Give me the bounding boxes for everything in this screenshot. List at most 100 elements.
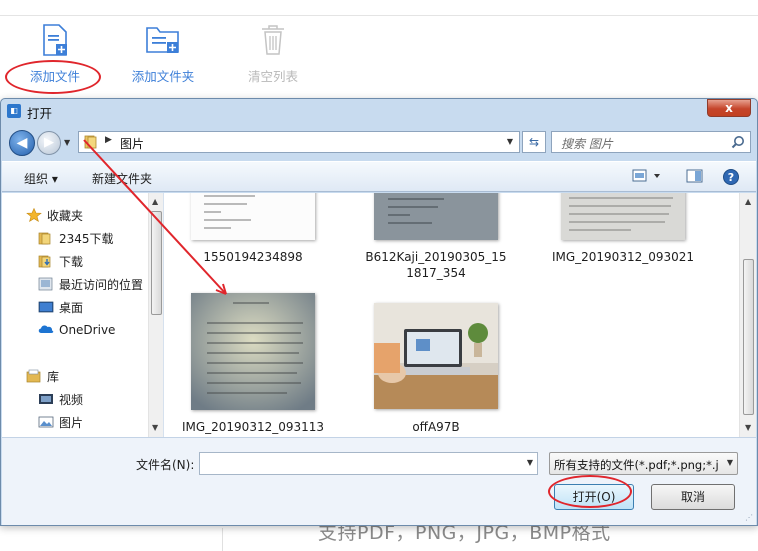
scroll-thumb[interactable]	[743, 259, 754, 415]
library-icon	[26, 369, 42, 383]
svg-text:?: ?	[728, 171, 734, 184]
preview-pane-icon	[686, 169, 703, 183]
back-button[interactable]: ◀	[9, 130, 35, 156]
address-history-dropdown[interactable]: ▼	[507, 137, 513, 146]
file-thumbnail-2[interactable]	[374, 193, 498, 240]
add-file-label: 添加文件	[29, 69, 80, 84]
file-name-2-line2: 1817_354	[406, 266, 466, 280]
nav-favorites[interactable]: 收藏夹	[26, 207, 83, 224]
app-divider	[222, 528, 223, 551]
scroll-down-arrow[interactable]: ▼	[745, 423, 751, 432]
view-mode-button[interactable]	[632, 168, 662, 187]
nav-favorites-label: 收藏夹	[47, 209, 84, 223]
breadcrumb-separator[interactable]: ▶	[105, 135, 112, 145]
filename-input[interactable]: ▼	[199, 452, 538, 475]
filetype-select[interactable]: 所有支持的文件(*.pdf;*.png;*.j ▼	[549, 452, 738, 475]
resize-grip-icon[interactable]: ⋰	[745, 513, 753, 522]
nav-item-desktop[interactable]: 桌面	[38, 299, 83, 316]
file-list: 1550194234898 B612Kaji_20190305_15 1817_…	[165, 193, 739, 437]
scroll-up-arrow[interactable]: ▲	[152, 197, 158, 206]
close-button[interactable]: x	[707, 99, 751, 117]
address-row: ◀ ▶ ▼ ▶ 图片 ▼ ⇆ 搜索 图片	[1, 125, 757, 159]
photo-preview	[561, 193, 685, 240]
downloads-icon	[38, 254, 54, 268]
file-name-2-line1: B612Kaji_20190305_15	[365, 250, 507, 264]
address-bar[interactable]: ▶ 图片 ▼	[78, 131, 520, 153]
clear-list-button[interactable]: 清空列表	[218, 22, 328, 92]
cancel-button[interactable]: 取消	[651, 484, 735, 510]
organize-menu[interactable]: 组织 ▾	[24, 170, 58, 187]
preview-pane-button[interactable]	[686, 168, 704, 187]
nav-item-label: 视频	[59, 393, 84, 407]
folder-icon	[84, 135, 97, 149]
nav-item-label: 图片	[59, 416, 84, 430]
filename-dropdown[interactable]: ▼	[527, 458, 533, 467]
command-bar: 组织 ▾ 新建文件夹 ?	[2, 161, 756, 192]
file-thumbnail-4[interactable]	[191, 293, 315, 410]
nav-item-recent-places[interactable]: 最近访问的位置	[38, 276, 143, 293]
app-top-strip	[0, 0, 758, 16]
video-icon	[38, 392, 54, 406]
file-name-5[interactable]: offA97B	[361, 419, 511, 435]
file-list-scrollbar[interactable]: ▲ ▼	[739, 193, 756, 437]
photo-preview	[374, 193, 498, 240]
file-name-1[interactable]: 1550194234898	[178, 249, 328, 265]
nav-item-downloads[interactable]: 下载	[38, 253, 83, 270]
desktop-icon	[38, 300, 54, 314]
scroll-down-arrow[interactable]: ▼	[152, 423, 158, 432]
breadcrumb[interactable]: 图片	[120, 135, 144, 152]
nav-item-label: 下载	[59, 255, 84, 269]
file-name-4[interactable]: IMG_20190312_093113	[178, 419, 328, 435]
forward-button[interactable]: ▶	[37, 131, 61, 155]
scroll-thumb[interactable]	[151, 211, 162, 315]
help-icon: ?	[723, 169, 739, 185]
dialog-footer: 文件名(N): ▼ 所有支持的文件(*.pdf;*.png;*.j ▼ 打开(O…	[2, 437, 756, 525]
app-icon: ◧	[7, 104, 21, 118]
nav-scrollbar[interactable]: ▲ ▼	[148, 193, 163, 437]
filetype-value: 所有支持的文件(*.pdf;*.png;*.j	[554, 458, 719, 472]
view-icon	[632, 169, 660, 182]
file-name-3[interactable]: IMG_20190312_093021	[548, 249, 698, 265]
folder-icon	[38, 231, 54, 245]
refresh-button[interactable]: ⇆	[522, 131, 546, 153]
recent-locations-dropdown[interactable]: ▼	[64, 138, 70, 147]
nav-libraries[interactable]: 库	[26, 368, 59, 385]
nav-item-label: 最近访问的位置	[59, 278, 144, 292]
photo-preview	[374, 303, 498, 409]
recent-places-icon	[38, 277, 54, 291]
chevron-down-icon: ▼	[726, 458, 733, 467]
add-file-icon	[43, 24, 67, 56]
new-folder-button[interactable]: 新建文件夹	[92, 170, 152, 187]
file-thumbnail-5[interactable]	[374, 303, 498, 409]
search-icon[interactable]	[731, 135, 745, 149]
star-icon	[26, 207, 42, 222]
scroll-up-arrow[interactable]: ▲	[745, 197, 751, 206]
dialog-titlebar[interactable]: ◧ 打开 x	[1, 99, 757, 123]
navigation-pane: 收藏夹 2345下载 下载 最近访问的位置 桌面 OneDrive 库 视频 图…	[2, 193, 164, 437]
help-button[interactable]: ?	[722, 168, 740, 189]
search-input[interactable]: 搜索 图片	[551, 131, 751, 153]
add-file-button[interactable]: 添加文件	[0, 22, 110, 92]
add-folder-button[interactable]: 添加文件夹	[108, 22, 218, 92]
file-thumbnail-1[interactable]	[191, 193, 315, 240]
dialog-title: 打开	[27, 106, 53, 121]
nav-item-pictures[interactable]: 图片	[38, 414, 83, 431]
photo-preview	[191, 293, 315, 410]
file-thumbnail-3[interactable]	[561, 193, 685, 240]
search-placeholder: 搜索 图片	[561, 137, 613, 151]
nav-item-2345-download[interactable]: 2345下载	[38, 230, 114, 247]
nav-item-label: 桌面	[59, 301, 84, 315]
filename-label: 文件名(N):	[136, 458, 195, 472]
file-name-2[interactable]: B612Kaji_20190305_15 1817_354	[361, 249, 511, 281]
dialog-body: 收藏夹 2345下载 下载 最近访问的位置 桌面 OneDrive 库 视频 图…	[2, 193, 756, 437]
trash-icon	[262, 25, 284, 55]
open-button[interactable]: 打开(O)	[554, 484, 634, 510]
nav-item-label: 2345下载	[59, 232, 114, 246]
nav-libraries-label: 库	[47, 370, 60, 384]
add-folder-label: 添加文件夹	[131, 69, 195, 84]
nav-item-label: OneDrive	[59, 323, 116, 337]
cloud-icon	[38, 322, 54, 336]
nav-item-onedrive[interactable]: OneDrive	[38, 322, 115, 337]
nav-item-videos[interactable]: 视频	[38, 391, 83, 408]
app-toolbar: 添加文件 添加文件夹 清空列表	[0, 16, 758, 96]
